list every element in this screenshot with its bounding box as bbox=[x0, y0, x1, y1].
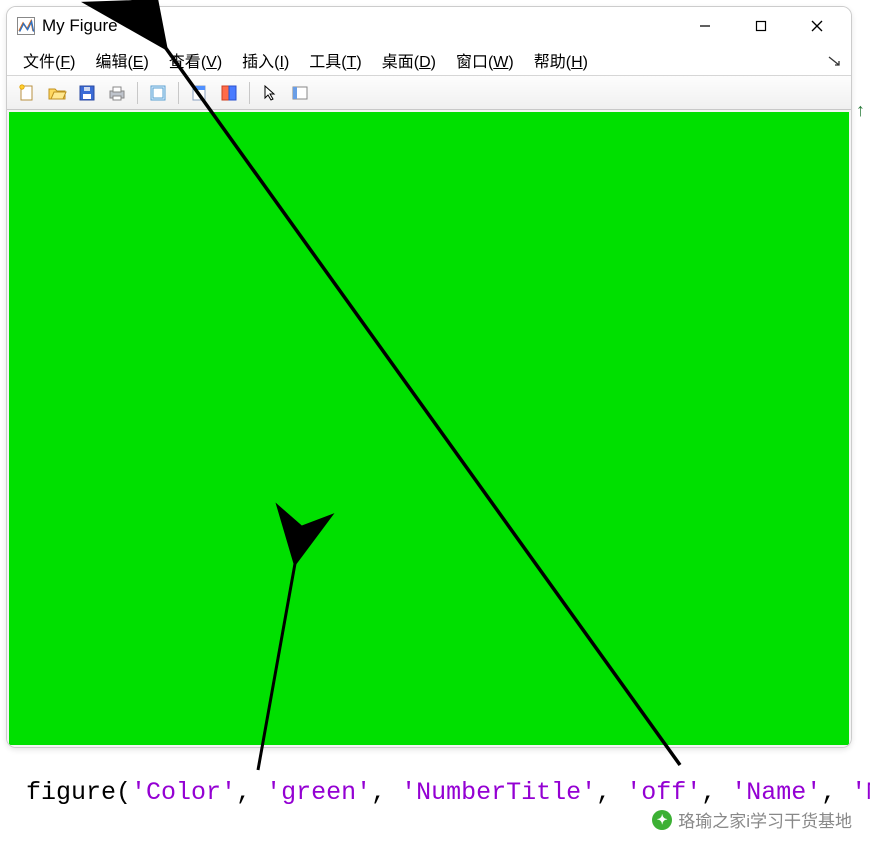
toolbar-separator bbox=[178, 82, 179, 104]
menu-edit[interactable]: 编辑(E) bbox=[85, 46, 158, 74]
data-cursor-button[interactable] bbox=[215, 79, 243, 107]
maximize-button[interactable] bbox=[733, 8, 789, 44]
window-title: My Figure bbox=[42, 16, 118, 36]
figure-canvas-container bbox=[7, 110, 851, 747]
toolbar-separator bbox=[249, 82, 250, 104]
titlebar[interactable]: My Figure bbox=[7, 7, 851, 45]
print-preview-button[interactable] bbox=[144, 79, 172, 107]
watermark: ✦ 珞瑜之家i学习干货基地 bbox=[652, 807, 852, 832]
print-button[interactable] bbox=[103, 79, 131, 107]
menubar: 文件(F) 编辑(E) 查看(V) 插入(I) 工具(T) 桌面(D) 窗口(W… bbox=[7, 45, 851, 75]
toolbar-separator bbox=[137, 82, 138, 104]
close-button[interactable] bbox=[789, 8, 845, 44]
scroll-up-icon: ↑ bbox=[856, 100, 865, 121]
new-figure-button[interactable] bbox=[13, 79, 41, 107]
menubar-overflow-icon[interactable] bbox=[827, 53, 841, 67]
pointer-button[interactable] bbox=[256, 79, 284, 107]
menu-desktop[interactable]: 桌面(D) bbox=[372, 46, 446, 74]
insert-colorbar-button[interactable] bbox=[286, 79, 314, 107]
figure-window: My Figure 文件(F) 编辑(E) 查看(V) 插入(I) 工具(T) … bbox=[6, 6, 852, 748]
watermark-text: 珞瑜之家i学习干货基地 bbox=[678, 807, 852, 832]
app-icon bbox=[17, 17, 35, 35]
menu-help[interactable]: 帮助(H) bbox=[524, 46, 598, 74]
wechat-icon: ✦ bbox=[652, 810, 672, 830]
menu-insert[interactable]: 插入(I) bbox=[232, 46, 299, 74]
menu-tools[interactable]: 工具(T) bbox=[299, 46, 371, 74]
open-button[interactable] bbox=[43, 79, 71, 107]
link-brush-button[interactable] bbox=[185, 79, 213, 107]
minimize-button[interactable] bbox=[677, 8, 733, 44]
menu-window[interactable]: 窗口(W) bbox=[446, 46, 524, 74]
code-example: figure('Color', 'green', 'NumberTitle', … bbox=[26, 778, 870, 807]
figure-canvas[interactable] bbox=[9, 112, 849, 745]
save-button[interactable] bbox=[73, 79, 101, 107]
menu-view[interactable]: 查看(V) bbox=[159, 46, 232, 74]
menu-file[interactable]: 文件(F) bbox=[13, 46, 85, 74]
toolbar bbox=[7, 75, 851, 110]
